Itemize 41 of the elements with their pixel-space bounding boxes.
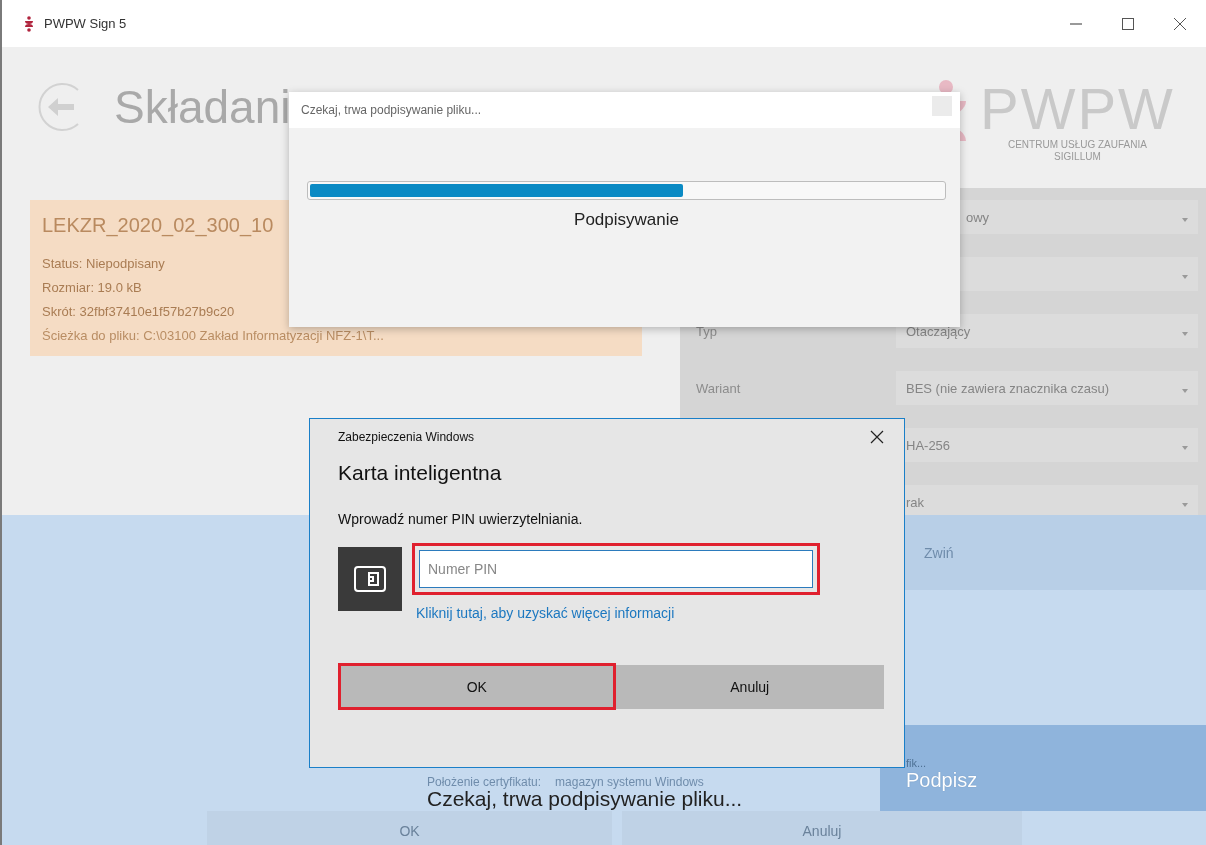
certificate-location-label: Położenie certyfikatu: (427, 775, 542, 789)
caret-icon (1182, 331, 1188, 336)
certificate-location-value: magazyn systemu Windows (555, 775, 704, 789)
dialog-caption: Zabezpieczenia Windows (338, 430, 475, 444)
dialog-prompt: Wprowadź numer PIN uwierzytelniania. (338, 511, 584, 527)
caret-icon (1182, 388, 1188, 393)
certificate-name: fik... (906, 756, 928, 769)
file-detail: Status: Niepodpisany (42, 255, 165, 273)
caret-icon (1182, 274, 1188, 279)
dialog-heading: Karta inteligentna (338, 461, 503, 485)
setting-label: Wariant (696, 380, 741, 396)
collapse-button[interactable]: Zwiń (924, 544, 954, 561)
file-name: LEKZR_2020_02_300_10 (42, 213, 274, 238)
dropdown[interactable]: BES (nie zawiera znacznika czasu) (896, 371, 1198, 405)
dialog-title: Czekaj, trwa podpisywanie pliku... (301, 103, 482, 117)
dropdown[interactable]: Otaczający (896, 314, 1198, 348)
brand-subtitle: CENTRUM USŁUG ZAUFANIA (1007, 138, 1147, 151)
caret-icon (1182, 502, 1188, 507)
caret-icon (1182, 445, 1188, 450)
smartcard-icon (338, 547, 402, 611)
ok-button[interactable]: OK (207, 811, 612, 845)
pin-field[interactable]: Numer PIN (412, 543, 820, 595)
maximize-icon (1122, 17, 1134, 30)
brand-subtitle: SIGILLUM (1054, 150, 1101, 163)
window-title: PWPW Sign 5 (44, 16, 127, 31)
file-detail: Ścieżka do pliku: C:\03100 Zakład Informatyzacji NFZ-1\T... (42, 327, 384, 345)
file-detail: Rozmiar: 19.0 kB (42, 279, 142, 297)
app-logo-icon (24, 15, 34, 32)
page-heading: Składani (114, 80, 291, 134)
minimize-icon (1070, 22, 1082, 25)
setting-label: Typ (696, 323, 717, 339)
progress-label: Podpisywanie (574, 210, 679, 230)
file-detail: Skrót: 32fbf37410e1f57b27b9c20 (42, 303, 235, 321)
caret-icon (1182, 217, 1188, 222)
cancel-button[interactable]: Anuluj (622, 811, 1022, 845)
close-icon (1174, 17, 1186, 30)
cancel-button[interactable]: Anuluj (615, 664, 884, 709)
close-button[interactable] (870, 430, 884, 444)
help-link[interactable]: Kliknij tutaj, aby uzyskać więcej informacji (412, 605, 820, 621)
sign-button[interactable]: Podpisz (906, 769, 976, 792)
ok-button[interactable]: OK (338, 663, 616, 710)
